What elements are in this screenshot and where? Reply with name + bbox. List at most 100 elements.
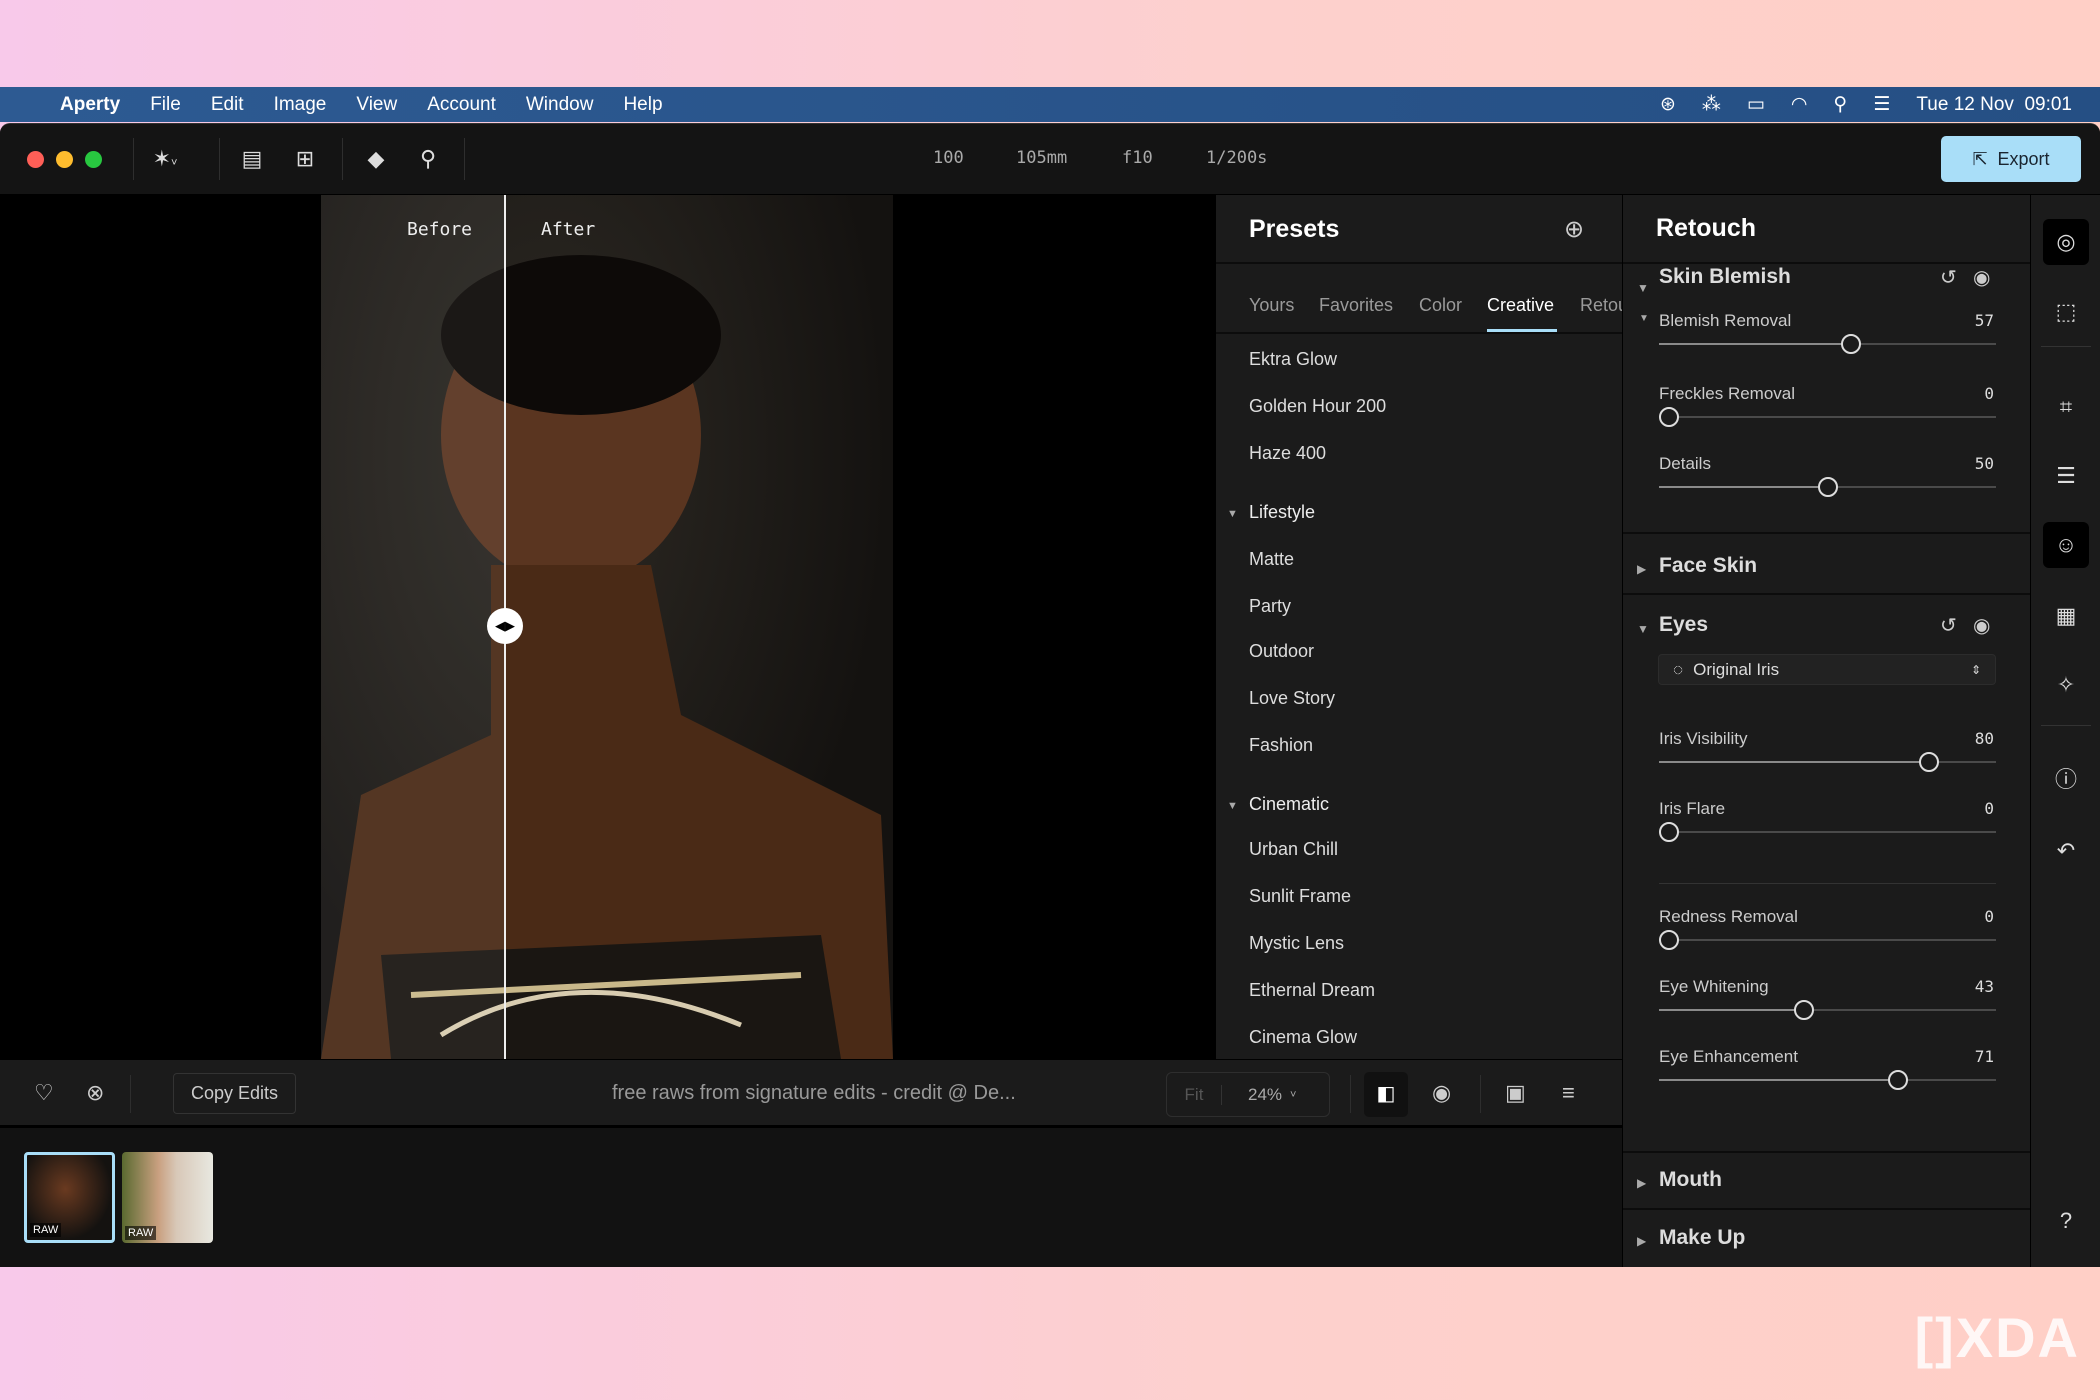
slider-value[interactable]: 50 — [1975, 454, 1994, 473]
caret-right-icon[interactable]: ▶ — [1637, 1234, 1646, 1248]
menu-window[interactable]: Window — [526, 94, 594, 116]
slider-value[interactable]: 80 — [1975, 729, 1994, 748]
tab-yours[interactable]: Yours — [1249, 295, 1294, 316]
portrait-photo[interactable]: Before After ◀▶ — [321, 195, 893, 1059]
copy-edits-button[interactable]: Copy Edits — [173, 1073, 296, 1114]
section-mouth[interactable]: Mouth — [1659, 1168, 1722, 1192]
grid-warp-icon[interactable]: ▦ — [2043, 593, 2089, 639]
menu-help[interactable]: Help — [623, 94, 662, 116]
wifi-icon[interactable]: ◠ — [1791, 93, 1808, 116]
eraser-icon[interactable]: ◆ — [361, 144, 391, 174]
fit-button[interactable]: Fit — [1167, 1084, 1222, 1105]
folder-icon[interactable]: ▤ — [237, 144, 267, 174]
slider-track[interactable] — [1659, 477, 1996, 497]
slider-track[interactable] — [1659, 1070, 1996, 1090]
mask-select-icon[interactable]: ⬚ — [2043, 289, 2089, 335]
sort-icon[interactable]: ≡ — [1562, 1080, 1575, 1106]
preview-eye-icon[interactable]: ◉ — [1432, 1080, 1451, 1106]
heart-icon[interactable]: ♡ — [34, 1080, 54, 1106]
tab-favorites[interactable]: Favorites — [1319, 295, 1393, 316]
preset-item[interactable]: Outdoor — [1249, 641, 1314, 662]
slider-value[interactable]: 71 — [1975, 1047, 1994, 1066]
reset-icon[interactable]: ↺ — [1940, 613, 1957, 638]
preset-item[interactable]: Fashion — [1249, 735, 1313, 756]
iris-select[interactable]: ◌ Original Iris ⇕ — [1658, 654, 1996, 685]
undo-icon[interactable]: ↶ — [2043, 828, 2089, 874]
caret-right-icon[interactable]: ▶ — [1637, 562, 1646, 576]
menu-file[interactable]: File — [150, 94, 181, 116]
sparkle-icon[interactable]: ✧ — [2043, 662, 2089, 708]
menu-image[interactable]: Image — [274, 94, 327, 116]
crop-icon[interactable]: ⌗ — [2043, 384, 2089, 430]
clock[interactable]: Tue 12 Nov 09:01 — [1916, 94, 2072, 116]
preset-item[interactable]: Golden Hour 200 — [1249, 396, 1386, 417]
tab-creative[interactable]: Creative — [1487, 295, 1554, 316]
sparkle-menu-icon[interactable]: ✶˅ — [150, 144, 180, 174]
compare-view-icon[interactable]: ◧ — [1364, 1072, 1408, 1117]
preset-item[interactable]: Party — [1249, 596, 1291, 617]
slider-value[interactable]: 0 — [1984, 907, 1994, 926]
caret-right-icon[interactable]: ▶ — [1637, 1176, 1646, 1190]
magnify-icon[interactable]: ⚲ — [413, 144, 443, 174]
caret-down-icon[interactable]: ▼ — [1227, 508, 1238, 520]
section-skin-blemish[interactable]: Skin Blemish — [1659, 265, 1791, 289]
zoom-select[interactable]: 24% — [1248, 1085, 1282, 1105]
caret-down-icon[interactable]: ▼ — [1639, 313, 1649, 324]
menu-app[interactable]: Aperty — [60, 94, 120, 116]
menu-account[interactable]: Account — [427, 94, 496, 116]
slider-thumb[interactable] — [1659, 930, 1680, 950]
slider-thumb[interactable] — [1817, 477, 1838, 497]
preset-item[interactable]: Cinema Glow — [1249, 1027, 1357, 1048]
image-canvas[interactable]: Before After ◀▶ — [0, 195, 1215, 1059]
preset-item[interactable]: Matte — [1249, 549, 1294, 570]
close-button[interactable] — [27, 151, 44, 168]
slider-thumb[interactable] — [1918, 752, 1939, 772]
filmstrip-toggle-icon[interactable]: ▣ — [1505, 1080, 1526, 1106]
face-retouch-icon[interactable]: ☺ — [2043, 522, 2089, 568]
slider-track[interactable] — [1659, 1000, 1996, 1020]
section-eyes[interactable]: Eyes — [1659, 613, 1708, 637]
help-icon[interactable]: ? — [2043, 1198, 2089, 1244]
caret-down-icon[interactable]: ▼ — [1637, 281, 1649, 295]
slider-thumb[interactable] — [1841, 334, 1862, 354]
tab-color[interactable]: Color — [1419, 295, 1462, 316]
preset-group-lifestyle[interactable]: Lifestyle — [1249, 502, 1315, 523]
slider-track[interactable] — [1659, 822, 1996, 842]
info-icon[interactable]: ⓘ — [2043, 757, 2089, 803]
caret-down-icon[interactable]: ▼ — [1227, 800, 1238, 812]
eye-visibility-icon[interactable]: ◉ — [1973, 613, 1990, 638]
control-center-icon[interactable]: ☰ — [1873, 93, 1890, 116]
minimize-button[interactable] — [56, 151, 73, 168]
add-preset-icon[interactable]: ⊕ — [1564, 215, 1584, 244]
dots-icon[interactable]: ⁂ — [1702, 93, 1721, 116]
preset-item[interactable]: Mystic Lens — [1249, 933, 1344, 954]
slider-value[interactable]: 43 — [1975, 977, 1994, 996]
preset-item[interactable]: Urban Chill — [1249, 839, 1338, 860]
section-face-skin[interactable]: Face Skin — [1659, 554, 1757, 578]
preset-item[interactable]: Ethernal Dream — [1249, 980, 1375, 1001]
reject-icon[interactable]: ⊗ — [86, 1080, 104, 1106]
slider-value[interactable]: 0 — [1984, 384, 1994, 403]
filmstrip-thumb[interactable]: RAW — [122, 1152, 213, 1243]
export-button[interactable]: ⇱ Export — [1941, 136, 2081, 182]
slider-track[interactable] — [1659, 930, 1996, 950]
slider-thumb[interactable] — [1793, 1000, 1814, 1020]
preset-item[interactable]: Love Story — [1249, 688, 1335, 709]
filmstrip-thumb-selected[interactable]: RAW — [24, 1152, 115, 1243]
sync-icon[interactable]: ⊛ — [1660, 93, 1676, 116]
menu-edit[interactable]: Edit — [211, 94, 244, 116]
section-make-up[interactable]: Make Up — [1659, 1226, 1745, 1250]
preset-item[interactable]: Sunlit Frame — [1249, 886, 1351, 907]
search-icon[interactable]: ⚲ — [1833, 93, 1847, 116]
slider-value[interactable]: 0 — [1984, 799, 1994, 818]
slider-track[interactable] — [1659, 334, 1996, 354]
tab-retouch[interactable]: Retou — [1580, 295, 1628, 316]
slider-track[interactable] — [1659, 407, 1996, 427]
retouch-layers-icon[interactable]: ◎ — [2043, 219, 2089, 265]
slider-track[interactable] — [1659, 752, 1996, 772]
slider-thumb[interactable] — [1888, 1070, 1909, 1090]
reset-icon[interactable]: ↺ — [1940, 265, 1957, 290]
slider-value[interactable]: 57 — [1975, 311, 1994, 330]
add-image-icon[interactable]: ⊞ — [290, 144, 320, 174]
preset-item[interactable]: Ektra Glow — [1249, 349, 1337, 370]
